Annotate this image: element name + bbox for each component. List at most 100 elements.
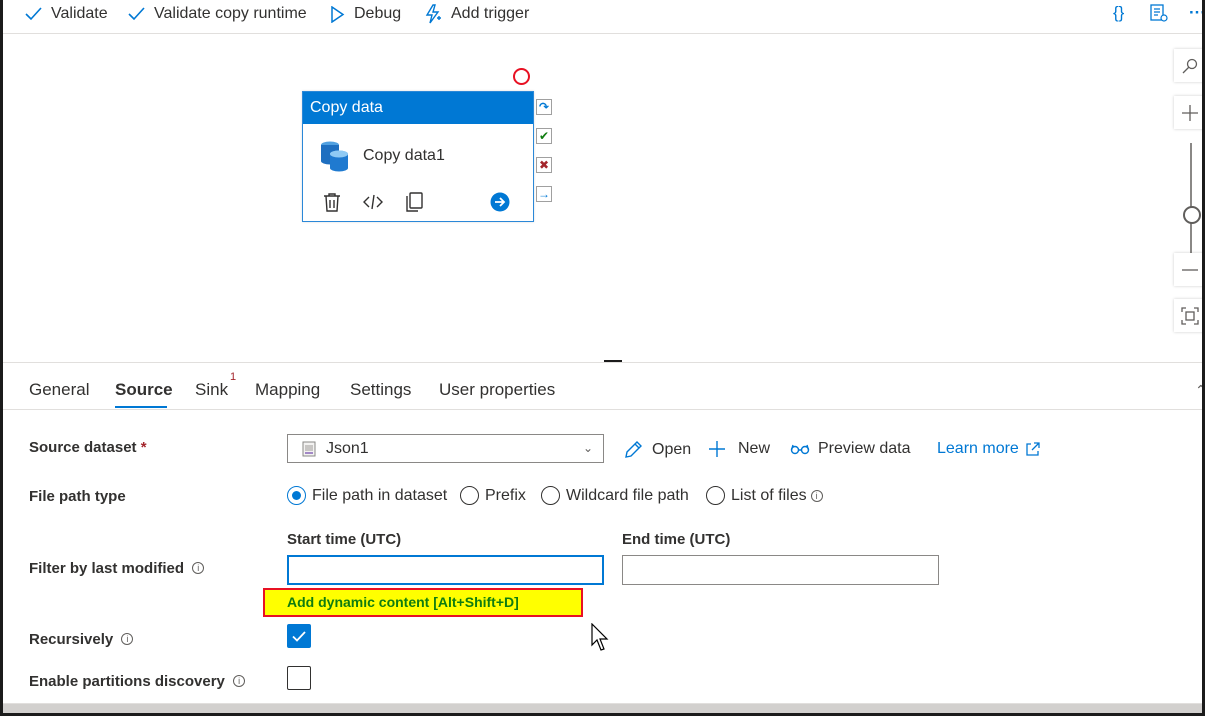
radio-selected-icon xyxy=(287,486,306,505)
properties-button[interactable] xyxy=(1149,0,1169,26)
plus-icon xyxy=(709,441,725,457)
tab-sink[interactable]: Sink xyxy=(195,380,228,400)
open-dataset-button[interactable]: Open xyxy=(623,440,691,460)
ellipsis-icon: ··· xyxy=(1189,3,1205,22)
add-trigger-label: Add trigger xyxy=(451,5,530,22)
plus-icon xyxy=(1181,104,1198,121)
zoom-in-button[interactable] xyxy=(1174,96,1202,129)
error-circle-icon xyxy=(513,68,530,85)
tab-general[interactable]: General xyxy=(29,380,89,400)
pencil-icon xyxy=(625,441,642,458)
copy-data-activity[interactable]: Copy data Copy data1 xyxy=(302,91,534,222)
redo-arrow-icon: ↷ xyxy=(538,100,550,114)
learn-more-label: Learn more xyxy=(937,440,1019,457)
zoom-slider-track[interactable] xyxy=(1190,143,1192,264)
more-options-button[interactable]: ··· xyxy=(1189,0,1205,26)
zoom-out-button[interactable] xyxy=(1174,253,1202,286)
mouse-pointer-icon xyxy=(591,622,611,658)
code-icon xyxy=(363,194,383,210)
partitions-discovery-checkbox[interactable] xyxy=(287,666,311,690)
zoom-slider-thumb[interactable] xyxy=(1183,206,1201,224)
activity-body: Copy data1 xyxy=(319,140,445,172)
add-dynamic-content-link[interactable]: Add dynamic content [Alt+Shift+D] xyxy=(263,588,583,617)
start-time-input[interactable] xyxy=(287,555,604,585)
end-time-label: End time (UTC) xyxy=(622,531,731,548)
delete-button[interactable] xyxy=(323,192,341,217)
file-path-type-label: File path type xyxy=(29,488,126,505)
add-trigger-button[interactable]: Add trigger xyxy=(424,2,529,26)
fit-to-screen-button[interactable] xyxy=(1174,299,1202,332)
debug-label: Debug xyxy=(354,5,402,22)
tab-mapping[interactable]: Mapping xyxy=(255,380,320,400)
new-label: New xyxy=(738,440,771,457)
info-icon[interactable]: i xyxy=(810,489,823,502)
radio-label: Prefix xyxy=(485,486,526,504)
pipeline-toolbar: Validate Validate copy runtime Debug Add… xyxy=(3,0,1205,34)
validate-label: Validate xyxy=(51,5,108,22)
radio-label: File path in dataset xyxy=(312,486,448,504)
braces-icon: {} xyxy=(1113,3,1125,22)
minus-icon xyxy=(1181,268,1198,271)
active-tab-indicator xyxy=(115,406,167,408)
tab-settings[interactable]: Settings xyxy=(350,380,411,400)
clone-button[interactable] xyxy=(405,192,423,217)
external-link-icon xyxy=(1026,441,1040,456)
radio-file-path-in-dataset[interactable]: File path in dataset xyxy=(287,486,447,505)
radio-wildcard-file-path[interactable]: Wildcard file path xyxy=(541,486,689,505)
info-icon[interactable]: i xyxy=(192,562,205,574)
glasses-icon xyxy=(790,444,810,455)
zoom-controls xyxy=(1174,49,1202,354)
vertical-scrollbar[interactable] xyxy=(1195,410,1202,703)
play-icon xyxy=(331,5,345,23)
sink-error-badge: 1 xyxy=(230,371,237,383)
radio-prefix[interactable]: Prefix xyxy=(460,486,526,505)
completion-port[interactable]: → xyxy=(536,186,552,202)
go-to-activity-button[interactable] xyxy=(490,192,510,217)
success-port[interactable]: ✔ xyxy=(536,128,552,144)
info-icon[interactable]: i xyxy=(233,675,246,687)
database-icon xyxy=(321,141,348,172)
checkmark-icon xyxy=(25,7,42,21)
open-label: Open xyxy=(652,441,692,458)
learn-more-link[interactable]: Learn more xyxy=(937,440,1040,458)
radio-list-of-files[interactable]: List of files i xyxy=(706,486,823,505)
checkmark-icon xyxy=(292,630,306,642)
radio-label: List of files xyxy=(731,486,807,504)
required-marker: * xyxy=(140,439,147,456)
fit-screen-icon xyxy=(1180,306,1199,325)
source-dataset-value: Json1 xyxy=(326,439,369,457)
success-check-icon: ✔ xyxy=(538,129,550,143)
code-view-button[interactable]: {} xyxy=(1113,0,1124,26)
radio-unselected-icon xyxy=(706,486,725,505)
preview-data-button[interactable]: Preview data xyxy=(790,440,911,458)
radio-unselected-icon xyxy=(460,486,479,505)
app-frame: Validate Validate copy runtime Debug Add… xyxy=(0,0,1205,716)
failure-port[interactable]: ✖ xyxy=(536,157,552,173)
radio-label: Wildcard file path xyxy=(566,486,689,504)
search-canvas-button[interactable] xyxy=(1174,49,1202,82)
source-dataset-dropdown[interactable]: Json1 ⌄ xyxy=(287,434,604,463)
tab-user-properties[interactable]: User properties xyxy=(439,380,555,400)
source-dataset-label: Source dataset * xyxy=(29,439,147,456)
collapse-panel-icon[interactable]: ⌃ xyxy=(1195,382,1202,399)
failure-x-icon: ✖ xyxy=(538,158,550,172)
info-icon[interactable]: i xyxy=(121,633,134,645)
validate-button[interactable]: Validate xyxy=(25,2,108,26)
skip-port[interactable]: ↷ xyxy=(536,99,552,115)
chevron-down-icon: ⌄ xyxy=(582,441,593,455)
search-icon xyxy=(1182,58,1197,73)
validate-copy-runtime-label: Validate copy runtime xyxy=(154,5,307,22)
recursively-checkbox[interactable] xyxy=(287,624,311,648)
debug-button[interactable]: Debug xyxy=(330,2,401,26)
end-time-input[interactable] xyxy=(622,555,939,585)
properties-icon xyxy=(1150,4,1168,22)
pipeline-canvas[interactable]: Copy data Copy data1 ↷ ✔ ✖ → xyxy=(3,35,1202,361)
start-time-label: Start time (UTC) xyxy=(287,531,402,548)
lightning-icon xyxy=(425,4,441,24)
tab-source[interactable]: Source xyxy=(115,380,173,400)
new-dataset-button[interactable]: New xyxy=(708,440,770,458)
radio-unselected-icon xyxy=(541,486,560,505)
code-button[interactable] xyxy=(363,192,383,217)
horizontal-scrollbar[interactable] xyxy=(3,703,1202,713)
validate-copy-runtime-button[interactable]: Validate copy runtime xyxy=(128,2,307,26)
